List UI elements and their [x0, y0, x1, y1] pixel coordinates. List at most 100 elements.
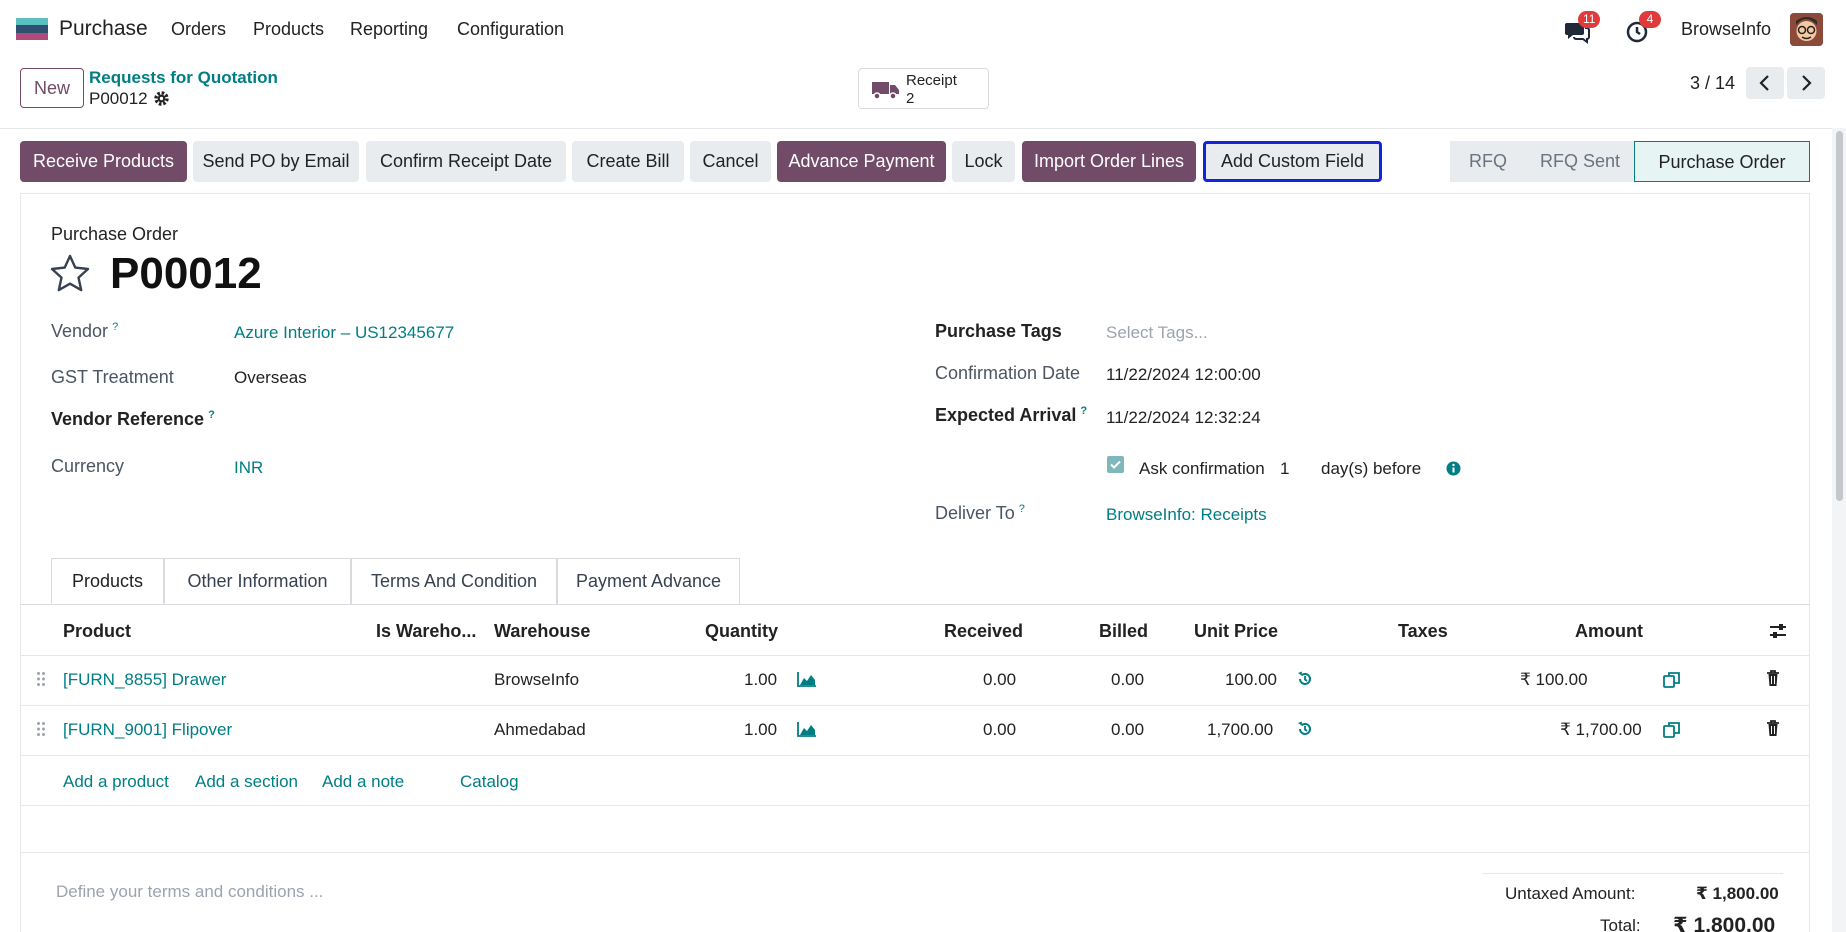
scrollbar-thumb[interactable] — [1836, 131, 1843, 501]
add-note-link[interactable]: Add a note — [322, 772, 404, 792]
receipt-smart-button[interactable]: Receipt 2 — [858, 68, 989, 109]
receive-products-button[interactable]: Receive Products — [20, 141, 187, 182]
company-switcher[interactable]: BrowseInfo — [1681, 19, 1771, 40]
table-row[interactable] — [21, 706, 1810, 755]
row-billed: 0.00 — [1111, 720, 1145, 739]
purchase-tags-input[interactable]: Select Tags... — [1106, 323, 1208, 343]
row-quantity[interactable]: 1.00 — [744, 670, 777, 690]
tab-divider — [21, 604, 1810, 605]
status-rfq-sent[interactable]: RFQ Sent — [1526, 141, 1634, 182]
forecast-chart-icon[interactable] — [797, 721, 817, 737]
col-warehouse[interactable]: Warehouse — [494, 621, 590, 642]
status-purchase-order[interactable]: Purchase Order — [1634, 141, 1810, 182]
pager-value[interactable]: 3 / 14 — [1690, 73, 1735, 94]
col-quantity[interactable]: Quantity — [705, 621, 778, 642]
import-order-lines-button[interactable]: Import Order Lines — [1022, 141, 1196, 182]
favorite-star-icon[interactable] — [50, 254, 90, 292]
row-received: 0.00 — [983, 670, 1017, 689]
top-navbar: Purchase Orders Products Reporting Confi… — [0, 0, 1846, 58]
col-is-warehouse[interactable]: Is Wareho... — [376, 621, 476, 642]
tab-payment-advance[interactable]: Payment Advance — [557, 558, 740, 604]
deliver-to-label: Deliver To? — [935, 503, 1025, 523]
currency-field[interactable]: INR — [234, 458, 263, 478]
row-product[interactable]: [FURN_8855] Drawer — [63, 670, 226, 690]
new-button[interactable]: New — [20, 68, 84, 108]
tab-other-information[interactable]: Other Information — [164, 558, 351, 604]
col-unit-price[interactable]: Unit Price — [1194, 621, 1278, 642]
truck-icon — [872, 82, 899, 100]
smart-button-value: 2 — [906, 90, 915, 107]
menu-reporting[interactable]: Reporting — [350, 19, 428, 40]
col-received[interactable]: Received — [944, 621, 1023, 642]
ask-confirmation-checkbox[interactable] — [1107, 456, 1124, 473]
advance-payment-button[interactable]: Advance Payment — [777, 141, 946, 182]
col-product[interactable]: Product — [63, 621, 131, 642]
vendor-field[interactable]: Azure Interior – US12345677 — [234, 323, 454, 343]
vendor-reference-field[interactable] — [234, 403, 834, 433]
menu-orders[interactable]: Orders — [171, 19, 226, 40]
expected-arrival-field[interactable]: 11/22/2024 12:32:24 — [1106, 408, 1261, 428]
untaxed-amount-label: Untaxed Amount: — [1505, 884, 1636, 903]
totals-divider — [1483, 873, 1783, 874]
activities-badge: 4 — [1639, 11, 1661, 28]
row-unit-price[interactable]: 100.00 — [1225, 670, 1277, 690]
tab-terms-and-condition[interactable]: Terms And Condition — [351, 558, 557, 604]
gst-treatment-field[interactable]: Overseas — [234, 368, 307, 388]
user-avatar[interactable] — [1790, 13, 1823, 46]
vendor-reference-label: Vendor Reference? — [51, 409, 215, 429]
breadcrumb-parent[interactable]: Requests for Quotation — [89, 68, 278, 88]
row-divider — [21, 755, 1810, 756]
currency-label: Currency — [51, 456, 125, 476]
activity-clock-icon[interactable]: 4 — [1623, 11, 1661, 44]
record-name: P00012 — [110, 249, 262, 298]
row-quantity[interactable]: 1.00 — [744, 720, 777, 740]
row-unit-price[interactable]: 1,700.00 — [1207, 720, 1273, 740]
trash-icon[interactable] — [1766, 720, 1780, 737]
messages-icon[interactable]: 11 — [1562, 11, 1601, 44]
add-product-link[interactable]: Add a product — [63, 772, 169, 792]
column-settings-icon[interactable] — [1768, 622, 1788, 640]
gear-icon[interactable] — [153, 90, 170, 107]
untaxed-amount-value: ₹ 1,800.00 — [1696, 884, 1779, 903]
history-icon[interactable] — [1297, 721, 1313, 737]
messages-badge: 11 — [1578, 11, 1601, 28]
ask-days-field[interactable]: 1 — [1280, 459, 1289, 479]
info-icon[interactable] — [1446, 461, 1461, 476]
col-amount[interactable]: Amount — [1575, 621, 1643, 642]
status-rfq[interactable]: RFQ — [1450, 141, 1526, 182]
lock-button[interactable]: Lock — [952, 141, 1015, 182]
catalog-link[interactable]: Catalog — [460, 772, 519, 792]
cancel-button[interactable]: Cancel — [690, 141, 771, 182]
col-taxes[interactable]: Taxes — [1398, 621, 1448, 642]
forecast-chart-icon[interactable] — [797, 671, 817, 687]
send-po-email-button[interactable]: Send PO by Email — [193, 141, 359, 182]
confirmation-date-field[interactable]: 11/22/2024 12:00:00 — [1106, 365, 1261, 385]
menu-configuration[interactable]: Configuration — [457, 19, 564, 40]
copy-icon[interactable] — [1663, 671, 1681, 688]
add-section-link[interactable]: Add a section — [195, 772, 298, 792]
create-bill-button[interactable]: Create Bill — [572, 141, 684, 182]
app-menu-icon[interactable] — [16, 18, 48, 40]
menu-products[interactable]: Products — [253, 19, 324, 40]
pager-next-button[interactable] — [1787, 67, 1825, 99]
tab-products[interactable]: Products — [51, 558, 164, 604]
add-custom-field-button[interactable]: Add Custom Field — [1203, 141, 1382, 182]
confirm-receipt-date-button[interactable]: Confirm Receipt Date — [366, 141, 566, 182]
copy-icon[interactable] — [1663, 721, 1681, 738]
app-name[interactable]: Purchase — [59, 17, 148, 41]
row-product[interactable]: [FURN_9001] Flipover — [63, 720, 232, 740]
row-warehouse[interactable]: BrowseInfo — [494, 670, 579, 690]
drag-handle-icon[interactable] — [36, 721, 46, 737]
terms-conditions-input[interactable]: Define your terms and conditions ... — [56, 882, 323, 902]
row-warehouse[interactable]: Ahmedabad — [494, 720, 586, 740]
history-icon[interactable] — [1297, 671, 1313, 687]
deliver-to-field[interactable]: BrowseInfo: Receipts — [1106, 505, 1267, 525]
col-billed[interactable]: Billed — [1099, 621, 1148, 642]
control-divider — [0, 128, 1846, 129]
table-bottom-line — [21, 805, 1810, 806]
vendor-label: Vendor? — [51, 321, 119, 341]
trash-icon[interactable] — [1766, 670, 1780, 687]
pager-previous-button[interactable] — [1746, 67, 1784, 99]
drag-handle-icon[interactable] — [36, 671, 46, 687]
chevron-left-icon — [1759, 75, 1769, 91]
